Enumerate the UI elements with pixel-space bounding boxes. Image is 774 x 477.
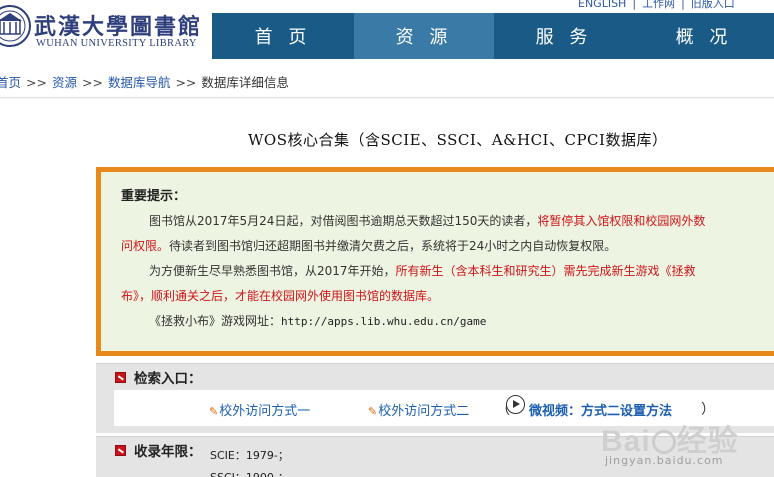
coverage-years-title: 收录年限： bbox=[134, 444, 202, 460]
library-logo[interactable]: 武漢大學圖書館 WUHAN UNIVERSITY LIBRARY bbox=[0, 0, 204, 62]
top-link-english[interactable]: ENGLISH bbox=[578, 0, 626, 10]
notice-title: 重要提示： bbox=[121, 189, 187, 204]
breadcrumb: 首页 >> 资源 >> 数据库导航 >> 数据库详细信息 bbox=[0, 72, 289, 91]
logo-chinese-name: 武漢大學圖書館 bbox=[34, 14, 203, 40]
university-emblem-icon bbox=[0, 5, 31, 47]
notice-alert-text: 将暂停其入馆权限和校园网外数 bbox=[537, 214, 706, 228]
site-header: 武漢大學圖書館 WUHAN UNIVERSITY LIBRARY ENGLISH… bbox=[0, 0, 774, 62]
search-entry-header: 检索入口： bbox=[96, 364, 774, 390]
coverage-years-panel: 收录年限： SCIE：1979-； SSCI：1900-； bbox=[96, 436, 774, 477]
access-link-label: 校外访问方式二 bbox=[378, 404, 470, 419]
main-nav: 首 页 资 源 服 务 概 况 bbox=[212, 13, 774, 59]
offcampus-access-2-link[interactable]: ✎校外访问方式二 bbox=[368, 400, 469, 419]
nav-services[interactable]: 服 务 bbox=[494, 13, 634, 59]
notice-alert-text: 问权限。 bbox=[121, 239, 170, 253]
search-entry-title: 检索入口： bbox=[134, 371, 202, 387]
offcampus-access-1-link[interactable]: ✎校外访问方式一 bbox=[209, 400, 310, 419]
nav-resources[interactable]: 资 源 bbox=[353, 13, 494, 59]
important-notice: 重要提示： 图书馆从2017年5月24日起，对借阅图书逾期总天数超过150天的读… bbox=[96, 167, 774, 356]
notice-text: 为方便新生尽早熟悉图书馆，从2017年开始， bbox=[149, 264, 396, 278]
pencil-icon: ✎ bbox=[209, 405, 219, 418]
coverage-years-header: 收录年限： bbox=[96, 437, 774, 463]
coverage-year-item: SSCI：1900-； bbox=[210, 467, 289, 477]
red-arrow-icon bbox=[115, 444, 126, 456]
breadcrumb-current: 数据库详细信息 bbox=[201, 75, 289, 90]
paren-close: ） bbox=[701, 402, 715, 418]
notice-alert-text: 所有新生（含本科生和研究生）需先完成新生游戏《拯救 bbox=[395, 264, 696, 278]
notice-line-3: 为方便新生尽早熟悉图书馆，从2017年开始，所有新生（含本科生和研究生）需先完成… bbox=[121, 259, 774, 284]
top-link-separator: | bbox=[632, 0, 637, 10]
red-arrow-icon bbox=[115, 371, 126, 383]
access-links-row: ✎校外访问方式一 ✎校外访问方式二 （ 微视频：方式二设置方法 ） bbox=[114, 390, 774, 426]
pencil-icon: ✎ bbox=[368, 405, 378, 418]
breadcrumb-home[interactable]: 首页 bbox=[0, 75, 21, 90]
notice-line-1: 图书馆从2017年5月24日起，对借阅图书逾期总天数超过150天的读者，将暂停其… bbox=[121, 209, 774, 234]
notice-alert-text: 布》，顺利通关之后，才能在校园网外使用图书馆的数据库。 bbox=[121, 289, 440, 303]
access-link-label: 校外访问方式一 bbox=[219, 404, 311, 419]
notice-line-2: 问权限。待读者到图书馆归还超期图书并缴清欠费之后，系统将于24小时之内自动恢复权… bbox=[121, 234, 774, 259]
logo-english-name: WUHAN UNIVERSITY LIBRARY bbox=[36, 38, 197, 49]
search-entry-panel: 检索入口： ✎校外访问方式一 ✎校外访问方式二 （ 微视频：方式二设置方法 ） bbox=[96, 363, 774, 433]
top-links: ENGLISH | 工作网 | 旧版入口 bbox=[578, 0, 735, 10]
database-title: WOS核心合集（含SCIE、SSCI、A&HCI、CPCI数据库） bbox=[248, 131, 668, 149]
play-icon[interactable] bbox=[506, 395, 525, 414]
micro-video-link[interactable]: 微视频：方式二设置方法 bbox=[529, 400, 672, 419]
game-url-label: 《拯救小布》游戏网址： bbox=[149, 314, 282, 328]
game-url-link[interactable]: http://apps.lib.whu.edu.cn/game bbox=[281, 315, 486, 328]
breadcrumb-resources[interactable]: 资源 bbox=[52, 75, 77, 90]
notice-text: 图书馆从2017年5月24日起，对借阅图书逾期总天数超过150天的读者， bbox=[149, 214, 538, 228]
breadcrumb-bar: 首页 >> 资源 >> 数据库导航 >> 数据库详细信息 bbox=[0, 62, 774, 98]
main-content: WOS核心合集（含SCIE、SSCI、A&HCI、CPCI数据库） 重要提示： … bbox=[0, 99, 774, 477]
coverage-year-item: SCIE：1979-； bbox=[210, 449, 289, 462]
notice-text: 待读者到图书馆归还超期图书并缴清欠费之后，系统将于24小时之内自动恢复权限。 bbox=[169, 239, 617, 253]
breadcrumb-separator: >> bbox=[81, 75, 103, 90]
notice-line-5: 《拯救小布》游戏网址：http://apps.lib.whu.edu.cn/ga… bbox=[121, 309, 774, 334]
breadcrumb-separator: >> bbox=[175, 75, 197, 90]
breadcrumb-separator: >> bbox=[26, 75, 47, 90]
nav-home[interactable]: 首 页 bbox=[212, 13, 354, 59]
nav-about[interactable]: 概 况 bbox=[634, 13, 774, 59]
top-link-staff[interactable]: 工作网 bbox=[642, 0, 675, 11]
top-link-old-version[interactable]: 旧版入口 bbox=[691, 0, 735, 11]
breadcrumb-database-nav[interactable]: 数据库导航 bbox=[108, 75, 171, 90]
top-link-separator: | bbox=[681, 0, 685, 10]
notice-line-4: 布》，顺利通关之后，才能在校园网外使用图书馆的数据库。 bbox=[121, 284, 774, 309]
coverage-years-list: SCIE：1979-； SSCI：1900-； bbox=[210, 445, 289, 477]
